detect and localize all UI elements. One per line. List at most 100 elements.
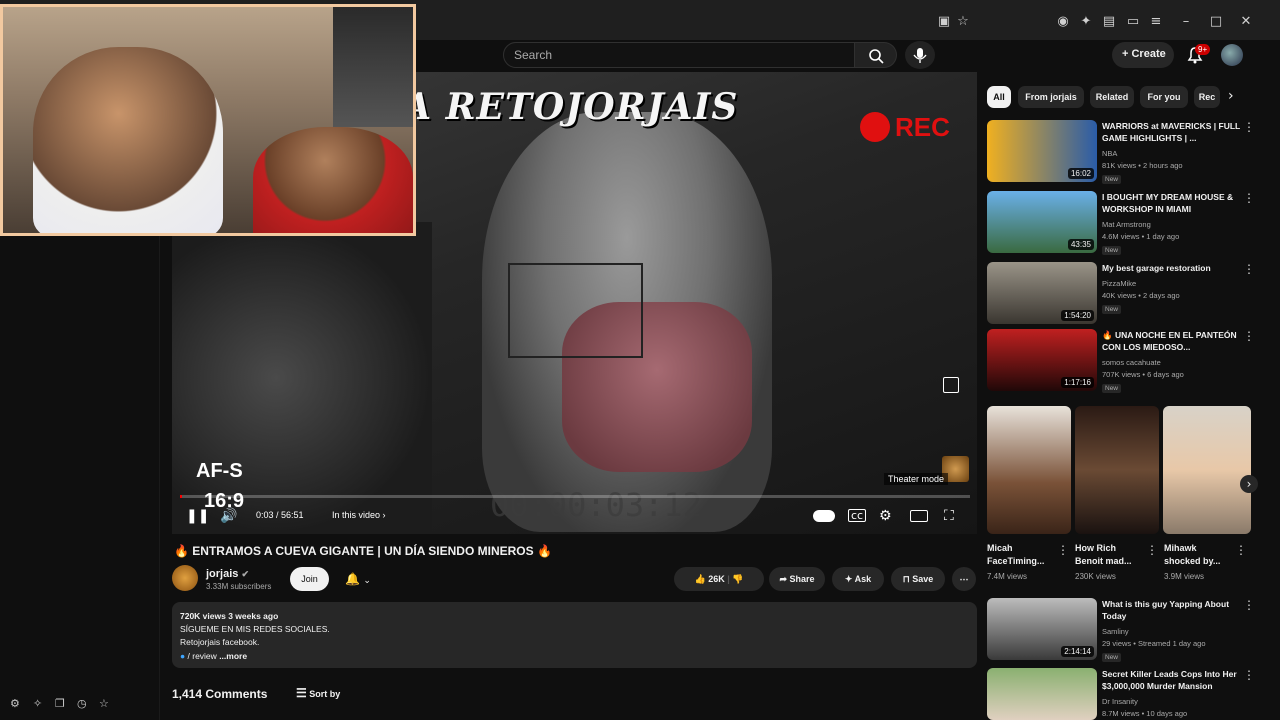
more-vertical-icon[interactable]: ⋮ — [1146, 543, 1158, 557]
fullscreen-icon[interactable]: ⛶ — [944, 507, 954, 525]
puzzle-icon[interactable]: ✦ — [1078, 14, 1094, 30]
theater-mode-icon[interactable] — [910, 510, 928, 522]
chevron-down-icon: ⌄ — [363, 575, 371, 585]
door-visual — [333, 7, 413, 127]
channel-avatar[interactable] — [172, 565, 198, 591]
save-button[interactable]: ⊓ Save — [891, 567, 945, 591]
recommendation-item[interactable]: 43:35 I BOUGHT MY DREAM HOUSE & WORKSHOP… — [987, 191, 1257, 255]
pages-icon[interactable]: ❐ — [55, 697, 69, 711]
chevron-right-icon[interactable]: › — [1228, 88, 1234, 104]
chip-for-you[interactable]: For you — [1140, 86, 1188, 108]
duration-badge: 1:54:20 — [1061, 310, 1094, 321]
maximize-icon[interactable]: □ — [1208, 14, 1224, 30]
voice-search-button[interactable] — [905, 41, 935, 69]
mic-icon — [913, 48, 927, 63]
subscribed-notify-button[interactable]: 🔔 ⌄ — [336, 567, 380, 591]
ask-label: Ask — [854, 574, 872, 584]
like-button[interactable]: 👍 26K — [694, 574, 724, 584]
chip-all[interactable]: All — [987, 86, 1011, 108]
new-badge: New — [1102, 175, 1122, 184]
new-badge: New — [1102, 305, 1122, 314]
recommendation-item[interactable]: 1:17:16 🔥 UNA NOCHE EN EL PANTEÓN CON LO… — [987, 329, 1257, 393]
short-title[interactable]: Mihawk shocked by... — [1164, 542, 1226, 568]
screenshot-icon[interactable]: ▣ — [936, 14, 952, 30]
autoplay-toggle[interactable] — [813, 510, 835, 522]
video-thumbnail: 2:14:14 — [987, 598, 1097, 660]
review-link[interactable]: / review — [188, 651, 217, 661]
sparkle-icon[interactable]: ✧ — [33, 697, 47, 711]
wallet-icon[interactable]: ▤ — [1101, 14, 1117, 30]
bottom-toolbar: ⚙ ✧ ❐ ◷ ☆ — [8, 697, 158, 715]
save-label: Save — [912, 574, 934, 584]
channel-name[interactable]: jorjais ✔ — [206, 568, 249, 580]
more-link[interactable]: ...more — [219, 651, 247, 661]
extension-icon[interactable]: ◉ — [1055, 14, 1071, 30]
description-line-3: ● / review ...more — [180, 651, 247, 661]
history-icon[interactable]: ◷ — [77, 697, 91, 711]
short-thumbnail[interactable] — [1075, 406, 1159, 534]
menu-icon[interactable]: ≡ — [1148, 14, 1164, 30]
recommendation-item[interactable]: 2:14:14 What is this guy Yapping About T… — [987, 598, 1257, 662]
sort-label: Sort by — [309, 689, 341, 699]
more-vertical-icon[interactable]: ⋮ — [1243, 262, 1255, 276]
bookmark-star-icon[interactable]: ☆ — [955, 14, 971, 30]
rec-title: I BOUGHT MY DREAM HOUSE & WORKSHOP IN MI… — [1102, 192, 1234, 214]
player-controls: ❚❚ 🔊 0:03 / 56:51 In this video › cc ⚙ ⛶ — [172, 498, 977, 534]
rec-channel: somos cacahuate — [1102, 358, 1161, 367]
more-vertical-icon[interactable]: ⋮ — [1235, 543, 1247, 557]
account-avatar[interactable] — [1221, 44, 1243, 66]
short-views: 3.9M views — [1164, 572, 1205, 581]
rec-meta: 40K views • 2 days ago — [1102, 291, 1180, 300]
settings-gear-icon[interactable]: ⚙ — [879, 507, 892, 525]
sidebar-icon[interactable]: ▭ — [1125, 14, 1141, 30]
in-this-video-button[interactable]: In this video › — [332, 510, 386, 520]
favorite-icon[interactable]: ☆ — [99, 697, 113, 711]
cave-wall-visual — [172, 222, 432, 534]
chip-related[interactable]: Related — [1090, 86, 1134, 108]
rec-title: Secret Killer Leads Cops Into Her $3,000… — [1102, 669, 1237, 691]
more-vertical-icon[interactable]: ⋮ — [1243, 598, 1255, 612]
more-vertical-icon[interactable]: ⋮ — [1243, 329, 1255, 343]
webcam-overlay — [0, 4, 416, 236]
create-button[interactable]: + Create — [1112, 42, 1174, 68]
sort-by-button[interactable]: ☰ Sort by — [296, 686, 340, 700]
rec-title: WARRIORS at MAVERICKS | FULL GAME HIGHLI… — [1102, 121, 1241, 143]
captions-icon[interactable]: cc — [848, 509, 867, 522]
more-actions-button[interactable]: ⋯ — [952, 567, 976, 591]
recommendation-item[interactable]: 1:54:20 My best garage restoration Pizza… — [987, 262, 1257, 326]
more-vertical-icon[interactable]: ⋮ — [1243, 191, 1255, 205]
more-vertical-icon[interactable]: ⋮ — [1243, 120, 1255, 134]
join-button[interactable]: Join — [290, 567, 329, 591]
rec-title: My best garage restoration — [1102, 263, 1211, 273]
bell-icon: 🔔 — [345, 572, 361, 586]
recommendation-item[interactable]: Secret Killer Leads Cops Into Her $3,000… — [987, 668, 1257, 720]
volume-icon[interactable]: 🔊 — [220, 507, 237, 525]
search-input[interactable]: Search — [503, 42, 855, 68]
search-button[interactable] — [855, 42, 897, 68]
description-box[interactable] — [172, 602, 977, 668]
recommendation-item[interactable]: 16:02 WARRIORS at MAVERICKS | FULL GAME … — [987, 120, 1257, 184]
close-icon[interactable]: ✕ — [1238, 14, 1254, 30]
ask-button[interactable]: ✦ Ask — [832, 567, 884, 591]
chip-from-channel[interactable]: From jorjais — [1018, 86, 1084, 108]
sparkle-icon: ✦ — [844, 574, 853, 584]
minimize-icon[interactable]: – — [1178, 14, 1194, 30]
short-title[interactable]: How Rich Benoit mad... — [1075, 542, 1137, 568]
chip-recent[interactable]: Rec — [1194, 86, 1220, 108]
share-button[interactable]: ➦ Share — [769, 567, 825, 591]
short-thumbnail[interactable] — [987, 406, 1071, 534]
rec-meta: 4.6M views • 1 day ago — [1102, 232, 1180, 241]
rec-channel: PizzaMike — [1102, 279, 1137, 288]
more-vertical-icon[interactable]: ⋮ — [1057, 543, 1069, 557]
pause-icon[interactable]: ❚❚ — [186, 507, 209, 525]
miniplayer-icon[interactable] — [943, 377, 959, 393]
more-vertical-icon[interactable]: ⋮ — [1243, 668, 1255, 682]
focus-frame — [508, 263, 643, 358]
dislike-button[interactable]: 👎 — [732, 574, 743, 584]
video-thumbnail: 16:02 — [987, 120, 1097, 182]
short-title[interactable]: Micah FaceTiming... — [987, 542, 1049, 568]
thumbs-up-icon: 👍 — [694, 574, 706, 584]
short-thumbnail[interactable] — [1163, 406, 1251, 534]
settings-icon[interactable]: ⚙ — [10, 697, 24, 711]
shorts-next-button[interactable]: › — [1240, 475, 1258, 493]
